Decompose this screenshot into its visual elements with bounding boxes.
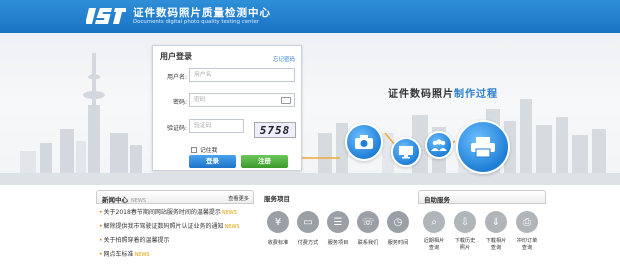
- self-service-header: 自助服务: [418, 190, 546, 204]
- phone-icon: ☏: [357, 211, 379, 233]
- username-input[interactable]: 用户名: [189, 68, 295, 82]
- services-title: 服务项目: [264, 195, 290, 203]
- login-title: 用户登录: [160, 52, 192, 61]
- site-title: 证件数码照片质量检测中心: [133, 7, 271, 19]
- news-more-link[interactable]: 查看更多: [228, 195, 249, 202]
- news-item[interactable]: 关于2018春节期间网站服务时间的温馨提示NEWS: [99, 209, 240, 223]
- captcha-image[interactable]: 5758: [254, 122, 296, 138]
- password-label: 密码:: [172, 99, 187, 106]
- forgot-password-link[interactable]: 忘记密码: [273, 55, 295, 63]
- remember-me[interactable]: 记住我: [191, 145, 217, 154]
- self-download-history[interactable]: ⇩ 下载历史 照片: [451, 211, 479, 252]
- list-icon: ☰: [327, 211, 349, 233]
- search-icon: ⌕: [423, 211, 445, 233]
- captcha-label: 验证码:: [166, 125, 187, 132]
- clock-icon: ◷: [387, 211, 409, 233]
- people-process-icon[interactable]: [425, 131, 453, 159]
- login-panel: 用户登录 忘记密码 用户名: 用户名 密码: 密码 验证码: 验证码 5758 …: [152, 45, 302, 171]
- print-order-icon: ⎙: [516, 211, 538, 233]
- username-label: 用户名:: [166, 74, 187, 81]
- remember-label: 记住我: [200, 148, 218, 154]
- service-price[interactable]: ¥ 收费标准: [264, 211, 292, 246]
- printer-process-icon[interactable]: [456, 120, 510, 174]
- remember-checkbox[interactable]: [191, 146, 197, 153]
- news-header: 新闻中心 NEWS 查看更多: [96, 190, 254, 204]
- news-item[interactable]: 网点车标准NEWS: [99, 251, 240, 265]
- news-list: 关于2018春节期间网站服务时间的温馨提示NEWS 解除提供我市驾驶证数码照片认…: [99, 209, 240, 265]
- photo-download-icon: ⇓: [485, 211, 507, 233]
- self-service-panel: 自助服务 ⌕ 近期相片 查询 ⇩ 下载历史 照片 ⇓ 下载相片 查询 ⎙ 冲印订单 查询: [418, 190, 546, 266]
- download-icon: ⇩: [454, 211, 476, 233]
- service-payment[interactable]: ▭ 付费方式: [294, 211, 322, 246]
- city-skyline-illustration: [0, 53, 620, 185]
- camera-process-icon[interactable]: [345, 123, 383, 161]
- price-tag-icon: ¥: [267, 211, 289, 233]
- self-print-order[interactable]: ⎙ 冲印订单 查询: [513, 211, 541, 252]
- service-hours[interactable]: ◷ 服务时间: [384, 211, 412, 246]
- service-contact[interactable]: ☏ 联系我们: [354, 211, 382, 246]
- news-panel: 新闻中心NEWS 查看更多 关于2018春节期间网站服务时间的温馨提示NEWS …: [96, 190, 254, 266]
- site-header: 证件数码照片质量检测中心 Documents digital photo qua…: [0, 0, 620, 33]
- self-service-title: 自助服务: [424, 196, 450, 204]
- captcha-input[interactable]: 验证码: [189, 119, 244, 133]
- self-recent-photos[interactable]: ⌕ 近期相片 查询: [420, 211, 448, 252]
- news-title: 新闻中心 NEWS: [102, 196, 147, 204]
- news-item[interactable]: 关于拍照穿着的温馨提示: [99, 237, 240, 251]
- login-button[interactable]: 登录: [189, 155, 236, 168]
- hero-slogan: 证件数码照片制作过程: [388, 89, 498, 100]
- site-subtitle: Documents digital photo quality testing …: [133, 19, 260, 25]
- self-download-query[interactable]: ⇓ 下载相片 查询: [482, 211, 510, 252]
- monitor-process-icon[interactable]: [391, 137, 421, 167]
- register-button[interactable]: 注册: [241, 155, 288, 168]
- news-item[interactable]: 解除提供我市驾驶证数码照片认证业务的通知NEWS: [99, 223, 240, 237]
- password-input[interactable]: 密码: [189, 93, 295, 107]
- keyboard-icon[interactable]: [281, 97, 291, 104]
- card-icon: ▭: [297, 211, 319, 233]
- hero-banner: 证件数码照片制作过程: [0, 33, 620, 185]
- services-panel: 服务项目 ¥ 收费标准 ▭ 付费方式 ☰ 服务项目 ☏ 联系我们 ◷ 服务时间: [264, 190, 414, 266]
- ist-logo[interactable]: [86, 4, 126, 28]
- service-items[interactable]: ☰ 服务项目: [324, 211, 352, 246]
